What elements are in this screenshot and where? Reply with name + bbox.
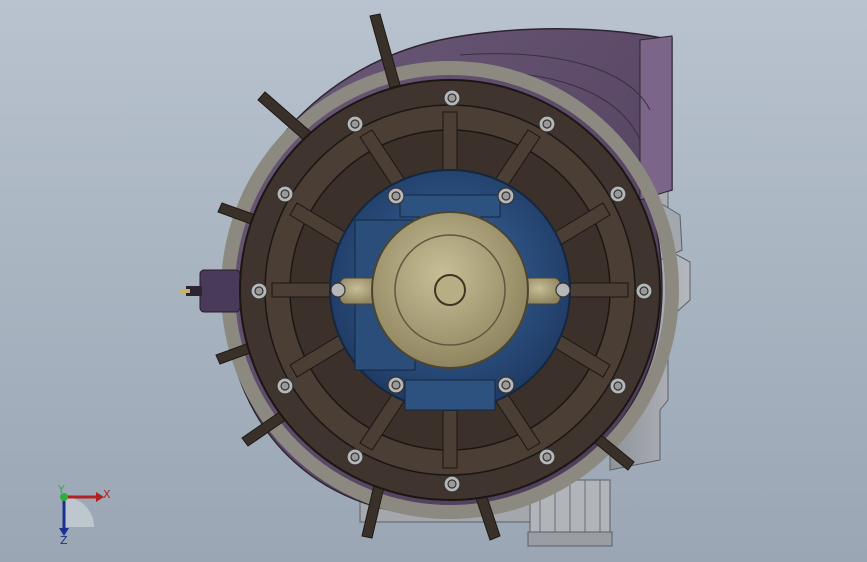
triad-y-label: Y <box>57 483 65 496</box>
cad-viewport[interactable]: X Y Z <box>0 0 867 562</box>
triad-z-label: Z <box>60 534 68 547</box>
shaft[interactable] <box>434 274 466 306</box>
inlet-nozzle[interactable] <box>180 269 241 313</box>
triad-x-label: X <box>103 488 111 501</box>
hub-lower-block <box>404 379 496 411</box>
coordinate-triad-icon: X Y Z <box>57 483 111 547</box>
